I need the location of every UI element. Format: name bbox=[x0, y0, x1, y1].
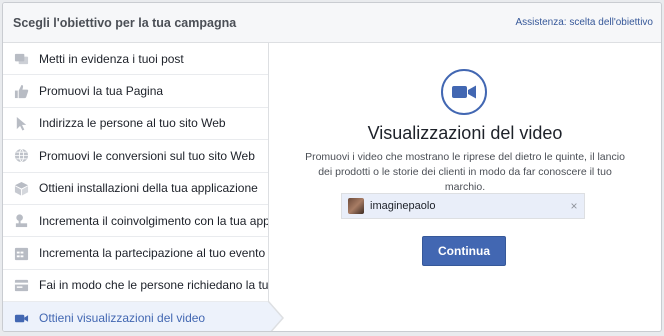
objective-item-promote-page[interactable]: Promuovi la tua Pagina bbox=[3, 75, 268, 108]
objective-item-app-installs[interactable]: Ottieni installazioni della tua applicaz… bbox=[3, 172, 268, 205]
objective-detail-panel: Visualizzazioni del video Promuovi i vid… bbox=[269, 43, 661, 331]
objective-item-label: Promuovi le conversioni sul tuo sito Web bbox=[39, 148, 255, 163]
video-camera-icon bbox=[441, 69, 487, 115]
objective-title: Visualizzazioni del video bbox=[367, 123, 563, 143]
post-icon bbox=[13, 51, 29, 67]
objective-description: Promuovi i video che mostrano le riprese… bbox=[305, 151, 625, 193]
objective-item-label: Metti in evidenza i tuoi post bbox=[39, 51, 184, 66]
objective-item-label: Indirizza le persone al tuo sito Web bbox=[39, 116, 226, 131]
objective-item-label: Incrementa il coinvolgimento con la tua … bbox=[39, 213, 268, 228]
campaign-objective-dialog: Scegli l'obiettivo per la tua campagna A… bbox=[2, 2, 662, 332]
objective-item-website-clicks[interactable]: Indirizza le persone al tuo sito Web bbox=[3, 107, 268, 141]
video-camera-icon bbox=[13, 310, 29, 326]
avatar bbox=[348, 198, 364, 214]
globe-icon bbox=[13, 148, 29, 164]
page-name: imaginepaolo bbox=[370, 200, 436, 212]
dialog-title: Scegli l'obiettivo per la tua campagna bbox=[13, 15, 237, 30]
objective-item-label: Incrementa la partecipazione al tuo even… bbox=[39, 246, 266, 261]
box-icon bbox=[13, 180, 29, 196]
dialog-body: Metti in evidenza i tuoi post Promuovi l… bbox=[3, 43, 661, 331]
cursor-icon bbox=[13, 115, 29, 131]
continue-button[interactable]: Continua bbox=[422, 236, 506, 266]
objective-item-event-responses[interactable]: Incrementa la partecipazione al tuo even… bbox=[3, 237, 268, 270]
offer-icon bbox=[13, 277, 29, 293]
objective-item-app-engagement[interactable]: Incrementa il coinvolgimento con la tua … bbox=[3, 204, 268, 238]
objective-item-boost-posts[interactable]: Metti in evidenza i tuoi post bbox=[3, 43, 268, 76]
close-icon[interactable]: × bbox=[564, 199, 584, 213]
dialog-header: Scegli l'obiettivo per la tua campagna A… bbox=[3, 3, 661, 43]
objective-item-offer-claims[interactable]: Fai in modo che le persone richiedano la… bbox=[3, 269, 268, 303]
thumbs-up-icon bbox=[13, 83, 29, 99]
calendar-icon bbox=[13, 245, 29, 261]
help-link[interactable]: Assistenza: scelta dell'obiettivo bbox=[515, 17, 653, 28]
objective-item-website-conversions[interactable]: Promuovi le conversioni sul tuo sito Web bbox=[3, 140, 268, 173]
objective-item-label: Ottieni visualizzazioni del video bbox=[39, 311, 206, 326]
objective-item-label: Ottieni installazioni della tua applicaz… bbox=[39, 181, 258, 196]
objective-item-label: Fai in modo che le persone richiedano la… bbox=[39, 278, 268, 293]
page-selector[interactable]: imaginepaolo × bbox=[341, 193, 585, 219]
objective-list: Metti in evidenza i tuoi post Promuovi l… bbox=[3, 43, 269, 331]
joystick-icon bbox=[13, 213, 29, 229]
objective-item-video-views[interactable]: Ottieni visualizzazioni del video bbox=[3, 302, 268, 331]
objective-item-label: Promuovi la tua Pagina bbox=[39, 84, 164, 99]
